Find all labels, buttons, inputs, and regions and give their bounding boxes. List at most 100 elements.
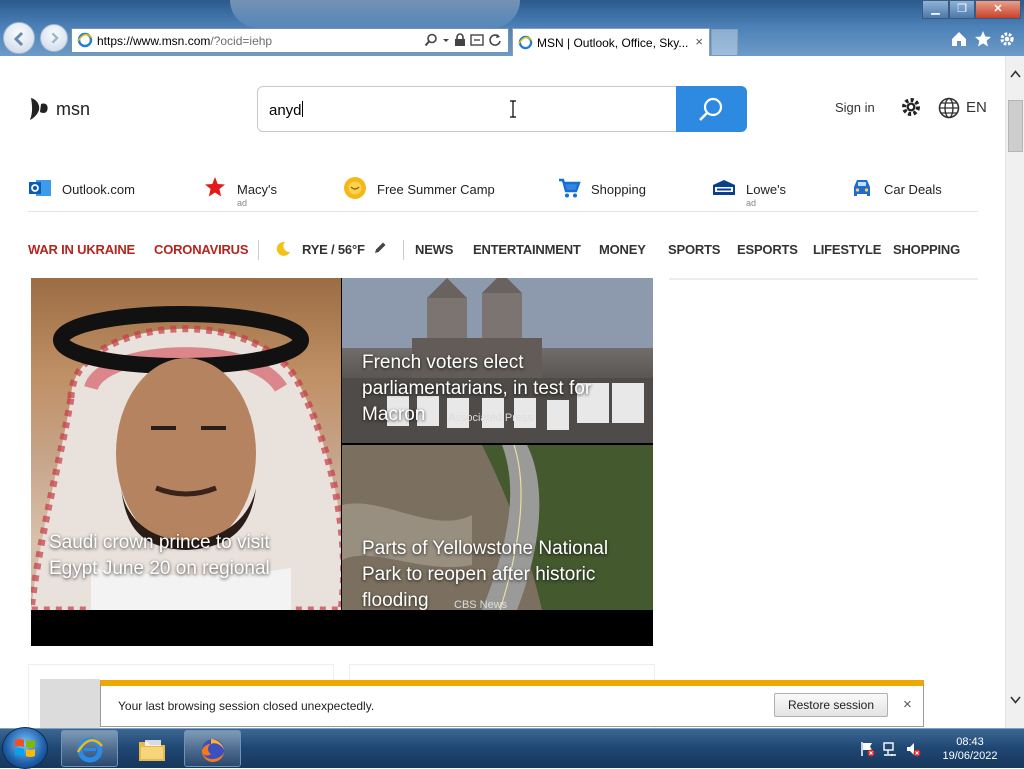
nav-divider	[258, 240, 259, 260]
glass-reflection	[230, 0, 520, 28]
tab-close-button[interactable]: ×	[695, 34, 703, 49]
tab-title: MSN | Outlook, Office, Sky...	[537, 36, 689, 50]
ie-page-icon	[77, 32, 93, 48]
msn-butterfly-icon	[30, 98, 48, 120]
shopping-cart-icon	[559, 178, 581, 198]
scroll-up-arrow-icon[interactable]	[1010, 70, 1021, 78]
lock-icon[interactable]	[454, 33, 466, 47]
outlook-icon	[29, 180, 51, 196]
quick-link-car-deals[interactable]: Car Deals	[850, 176, 960, 206]
firefox-icon	[201, 739, 224, 763]
news-source: Associated Press	[448, 412, 533, 424]
action-center-flag-icon[interactable]	[859, 741, 875, 757]
language-selector[interactable]: EN	[966, 99, 987, 116]
address-tools	[424, 33, 502, 47]
quick-link-shopping[interactable]: Shopping	[557, 176, 677, 206]
restore-session-button[interactable]: Restore session	[774, 693, 888, 717]
settings-gear-icon[interactable]	[900, 96, 922, 118]
minimize-button[interactable]: ▁	[922, 0, 949, 19]
vertical-scrollbar[interactable]	[1005, 56, 1024, 728]
globe-icon[interactable]	[938, 97, 960, 119]
folder-icon	[139, 740, 165, 761]
network-icon[interactable]	[882, 741, 898, 757]
compatibility-icon[interactable]	[470, 33, 484, 47]
clock-time: 08:43	[956, 736, 984, 748]
search-icon	[699, 97, 723, 121]
favorites-star-icon[interactable]	[974, 30, 992, 48]
refresh-icon[interactable]	[488, 33, 502, 47]
nav-esports[interactable]: ESPORTS	[737, 242, 798, 257]
sign-in-link[interactable]: Sign in	[835, 100, 875, 115]
msn-logo[interactable]: msn	[28, 96, 90, 122]
system-clock[interactable]: 08:43 19/06/2022	[930, 735, 1010, 763]
web-page: msn anyd Sign in EN Outlook.com Macy's a…	[0, 56, 1005, 728]
clock-date: 19/06/2022	[942, 750, 998, 762]
session-restore-notification: Your last browsing session closed unexpe…	[100, 680, 924, 727]
windows-taskbar: 08:43 19/06/2022	[0, 727, 1024, 769]
ie-tab-icon	[518, 35, 533, 50]
dropdown-arrow-icon[interactable]	[442, 33, 450, 47]
nav-sports[interactable]: SPORTS	[668, 242, 720, 257]
news-caption: Saudi crown prince to visit Egypt June 2…	[49, 530, 319, 582]
nav-shopping[interactable]: SHOPPING	[893, 242, 960, 257]
text-cursor-icon	[510, 100, 516, 118]
home-icon[interactable]	[950, 30, 968, 48]
quick-links-bar: Outlook.com Macy's ad Free Summer Camp S…	[28, 172, 978, 212]
notification-close-button[interactable]: ×	[903, 696, 912, 713]
logo-text: msn	[56, 98, 91, 119]
sidebar-panel-edge	[669, 278, 978, 280]
nav-divider	[403, 240, 404, 260]
news-grid: Saudi crown prince to visit Egypt June 2…	[31, 278, 653, 646]
quick-link-outlook[interactable]: Outlook.com	[28, 176, 148, 206]
tab-msn[interactable]: MSN | Outlook, Office, Sky... ×	[512, 28, 710, 56]
address-bar[interactable]: https://www.msn.com/?ocid=iehp	[71, 28, 509, 53]
windows-logo-icon	[15, 739, 35, 757]
quick-link-summer-camp[interactable]: Free Summer Camp	[343, 176, 513, 206]
thumbnail-placeholder	[40, 679, 100, 728]
news-card-saudi[interactable]: Saudi crown prince to visit Egypt June 2…	[31, 278, 341, 610]
browser-chrome: https://www.msn.com/?ocid=iehp MSN | Out…	[0, 0, 1024, 56]
search-button[interactable]	[676, 86, 747, 132]
sun-icon	[344, 177, 366, 199]
back-button[interactable]	[3, 22, 35, 54]
nav-money[interactable]: MONEY	[599, 242, 646, 257]
moon-icon	[276, 241, 290, 256]
volume-muted-icon[interactable]	[905, 741, 921, 757]
scrollbar-thumb[interactable]	[1008, 100, 1023, 152]
nav-war-in-ukraine[interactable]: WAR IN UKRAINE	[28, 242, 135, 257]
edit-pencil-icon[interactable]	[373, 241, 387, 255]
maximize-button[interactable]: ❐	[949, 0, 975, 19]
new-tab-button[interactable]	[711, 29, 738, 55]
nav-entertainment[interactable]: ENTERTAINMENT	[473, 242, 581, 257]
back-arrow-icon	[13, 31, 24, 47]
taskbar-file-explorer[interactable]	[122, 730, 179, 767]
category-nav: WAR IN UKRAINE CORONAVIRUS RYE / 56°F NE…	[28, 240, 978, 262]
close-window-button[interactable]: ✕	[975, 0, 1021, 19]
start-button[interactable]	[2, 727, 48, 769]
news-title: Saudi crown prince to visit Egypt June 2…	[49, 532, 270, 579]
search-icon[interactable]	[424, 33, 438, 47]
search-input[interactable]: anyd	[269, 101, 303, 119]
news-grid-footer	[31, 610, 653, 646]
quick-link-lowes[interactable]: Lowe's ad	[712, 176, 812, 208]
nav-lifestyle[interactable]: LIFESTYLE	[813, 242, 881, 257]
lowes-logo-icon	[713, 180, 735, 195]
nav-news[interactable]: NEWS	[415, 242, 453, 257]
news-card-yellowstone[interactable]: Parts of Yellowstone National Park to re…	[342, 445, 653, 610]
taskbar-internet-explorer[interactable]	[61, 730, 118, 767]
car-icon	[854, 180, 870, 196]
quick-link-macys[interactable]: Macy's ad	[203, 176, 303, 208]
news-card-french-voters[interactable]: French voters elect parliamentarians, in…	[342, 278, 653, 443]
notification-message: Your last browsing session closed unexpe…	[118, 699, 375, 713]
nav-coronavirus[interactable]: CORONAVIRUS	[154, 242, 249, 257]
forward-arrow-icon	[51, 32, 59, 44]
tools-gear-icon[interactable]	[998, 30, 1016, 48]
internet-explorer-icon	[76, 737, 103, 763]
news-source: CBS News	[454, 599, 508, 610]
scroll-down-arrow-icon[interactable]	[1010, 696, 1021, 704]
macys-star-icon	[205, 177, 225, 197]
taskbar-firefox[interactable]	[184, 730, 241, 767]
nav-weather[interactable]: RYE / 56°F	[302, 242, 365, 257]
forward-button[interactable]	[40, 24, 68, 52]
search-box[interactable]: anyd	[257, 86, 747, 132]
